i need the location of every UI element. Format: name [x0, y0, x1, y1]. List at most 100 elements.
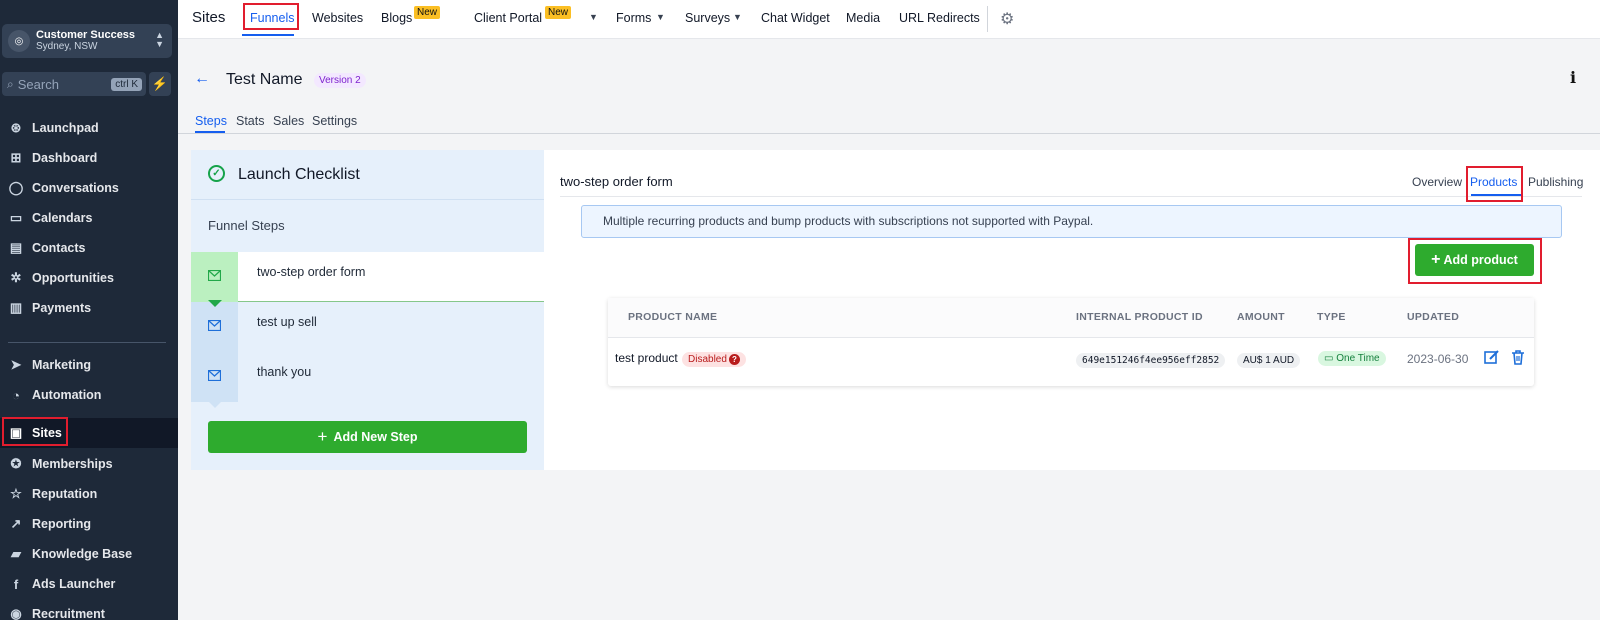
- status-badge: Disabled?: [682, 352, 746, 367]
- funnel-step-item[interactable]: thank you: [191, 352, 544, 408]
- book-icon: ▰: [11, 546, 21, 561]
- chevron-updown-icon: ▲ ▼: [155, 30, 164, 49]
- column-header: INTERNAL PRODUCT ID: [1076, 311, 1203, 323]
- plus-icon: +: [1431, 251, 1441, 268]
- tab-products[interactable]: Products: [1470, 175, 1517, 189]
- product-name: test product: [615, 351, 678, 365]
- tab-websites[interactable]: Websites: [312, 11, 363, 25]
- type-badge: ▭ One Time: [1318, 351, 1386, 366]
- sidebar-divider: [8, 342, 166, 343]
- mail-icon: [208, 320, 221, 331]
- section-title: Sites: [192, 9, 226, 26]
- sidebar-item-label: Dashboard: [32, 151, 98, 165]
- sidebar-item-ads-launcher[interactable]: f Ads Launcher: [0, 570, 178, 598]
- search-icon: ⌕: [7, 76, 14, 91]
- sidebar-item-launchpad[interactable]: ⊛ Launchpad: [0, 114, 178, 142]
- new-badge: New: [414, 6, 441, 19]
- edit-icon[interactable]: [1484, 349, 1500, 365]
- chat-icon: ◯: [8, 180, 24, 195]
- tab-overview[interactable]: Overview: [1412, 175, 1462, 189]
- quick-action-bolt-icon[interactable]: ⚡: [149, 72, 171, 96]
- tab-chat-widget[interactable]: Chat Widget: [761, 11, 830, 25]
- tab-stats[interactable]: Stats: [236, 114, 265, 128]
- new-badge: New: [545, 6, 572, 19]
- search-shortcut: ctrl K: [111, 77, 142, 91]
- version-badge: Version 2: [314, 73, 366, 88]
- sidebar-item-contacts[interactable]: ▤ Contacts: [0, 234, 178, 262]
- sidebar-item-label: Launchpad: [32, 121, 99, 135]
- sidebar-item-recruitment[interactable]: ◉ Recruitment: [0, 600, 178, 620]
- sidebar-item-dashboard[interactable]: ⊞ Dashboard: [0, 144, 178, 172]
- sidebar-item-knowledge-base[interactable]: ▰ Knowledge Base: [0, 540, 178, 568]
- grid-icon: ⊞: [10, 150, 22, 165]
- sidebar-item-reputation[interactable]: ☆ Reputation: [0, 480, 178, 508]
- mail-icon: [208, 370, 221, 381]
- funnel-step-item[interactable]: test up sell: [191, 302, 544, 358]
- sidebar-item-automation[interactable]: ◔ Automation: [0, 381, 178, 409]
- sidebar-item-label: Contacts: [32, 241, 86, 255]
- funnel-step-label: test up sell: [257, 315, 317, 329]
- header-divider: [178, 133, 1600, 134]
- column-header: TYPE: [1317, 311, 1346, 323]
- sidebar: ◎ Customer Success Sydney, NSW ▲ ▼ ⌕ Sear…: [0, 0, 178, 620]
- funnel-steps-label: Funnel Steps: [208, 218, 285, 233]
- tab-surveys[interactable]: Surveys: [685, 11, 730, 25]
- sidebar-item-opportunities[interactable]: ✲ Opportunities: [0, 264, 178, 292]
- sidebar-item-label: Reporting: [32, 517, 92, 531]
- tab-client-portal[interactable]: Client Portal: [474, 11, 542, 25]
- tab-settings[interactable]: Settings: [312, 114, 357, 128]
- chevron-down-icon[interactable]: ▼: [589, 12, 598, 22]
- arrow-left-icon[interactable]: ←: [194, 70, 210, 88]
- sidebar-item-label: Reputation: [32, 487, 98, 501]
- sidebar-item-reporting[interactable]: ↗ Reporting: [0, 510, 178, 538]
- tab-forms[interactable]: Forms: [616, 11, 651, 25]
- funnel-step-label: thank you: [257, 365, 312, 379]
- tab-steps[interactable]: Steps: [195, 114, 227, 128]
- launch-checklist-panel: ✓ Launch Checklist Funnel Steps two-step…: [191, 150, 544, 470]
- star-icon: ☆: [10, 486, 22, 501]
- launch-checklist-header[interactable]: ✓ Launch Checklist: [191, 150, 544, 200]
- sidebar-item-label: Sites: [32, 426, 62, 440]
- recruitment-icon: ◉: [10, 606, 22, 620]
- column-header: PRODUCT NAME: [628, 311, 718, 323]
- column-header: AMOUNT: [1237, 311, 1285, 323]
- nav-divider: [987, 6, 988, 32]
- tab-media[interactable]: Media: [846, 11, 880, 25]
- trend-icon: ↗: [10, 516, 22, 531]
- sidebar-item-marketing[interactable]: ➤ Marketing: [0, 351, 178, 379]
- tab-publishing[interactable]: Publishing: [1528, 175, 1583, 189]
- sidebar-item-label: Opportunities: [32, 271, 114, 285]
- chevron-down-icon: ▼: [733, 12, 742, 22]
- funnel-step-item[interactable]: two-step order form: [191, 252, 544, 307]
- plus-icon: +: [317, 427, 328, 446]
- tabs-divider: [560, 196, 1582, 197]
- top-nav: Sites Funnels Websites Blogs New Client …: [178, 0, 1600, 39]
- globe-icon: ▣: [9, 425, 23, 440]
- account-switcher[interactable]: ◎ Customer Success Sydney, NSW ▲ ▼: [2, 24, 172, 58]
- add-product-button[interactable]: + Add product: [1415, 244, 1534, 276]
- sidebar-item-label: Ads Launcher: [32, 577, 116, 591]
- step-title: two-step order form: [560, 174, 673, 189]
- trash-icon[interactable]: [1510, 349, 1526, 365]
- tab-sales[interactable]: Sales: [273, 114, 304, 128]
- add-product-label: Add product: [1443, 253, 1518, 267]
- add-new-step-button[interactable]: + Add New Step: [208, 421, 527, 453]
- sidebar-item-conversations[interactable]: ◯ Conversations: [0, 174, 178, 202]
- sidebar-item-calendars[interactable]: ▭ Calendars: [0, 204, 178, 232]
- launch-checklist-title: Launch Checklist: [238, 166, 360, 183]
- tab-url-redirects[interactable]: URL Redirects: [899, 11, 980, 25]
- search-input[interactable]: ⌕ Search ctrl K: [2, 72, 146, 96]
- sidebar-item-payments[interactable]: ▥ Payments: [0, 294, 178, 322]
- network-icon: ✲: [10, 270, 22, 285]
- sidebar-item-memberships[interactable]: ✪ Memberships: [0, 450, 178, 478]
- updated-date: 2023-06-30: [1407, 352, 1469, 366]
- tab-blogs[interactable]: Blogs: [381, 11, 412, 25]
- sidebar-item-label: Recruitment: [32, 607, 105, 620]
- sidebar-item-label: Calendars: [32, 211, 93, 225]
- account-location: Sydney, NSW: [36, 41, 98, 52]
- sidebar-item-sites[interactable]: ▣ Sites: [0, 418, 178, 448]
- info-icon[interactable]: i: [1570, 68, 1576, 87]
- gear-icon[interactable]: ⚙: [1000, 9, 1014, 29]
- tab-funnels[interactable]: Funnels: [250, 11, 294, 25]
- question-icon[interactable]: ?: [728, 354, 740, 365]
